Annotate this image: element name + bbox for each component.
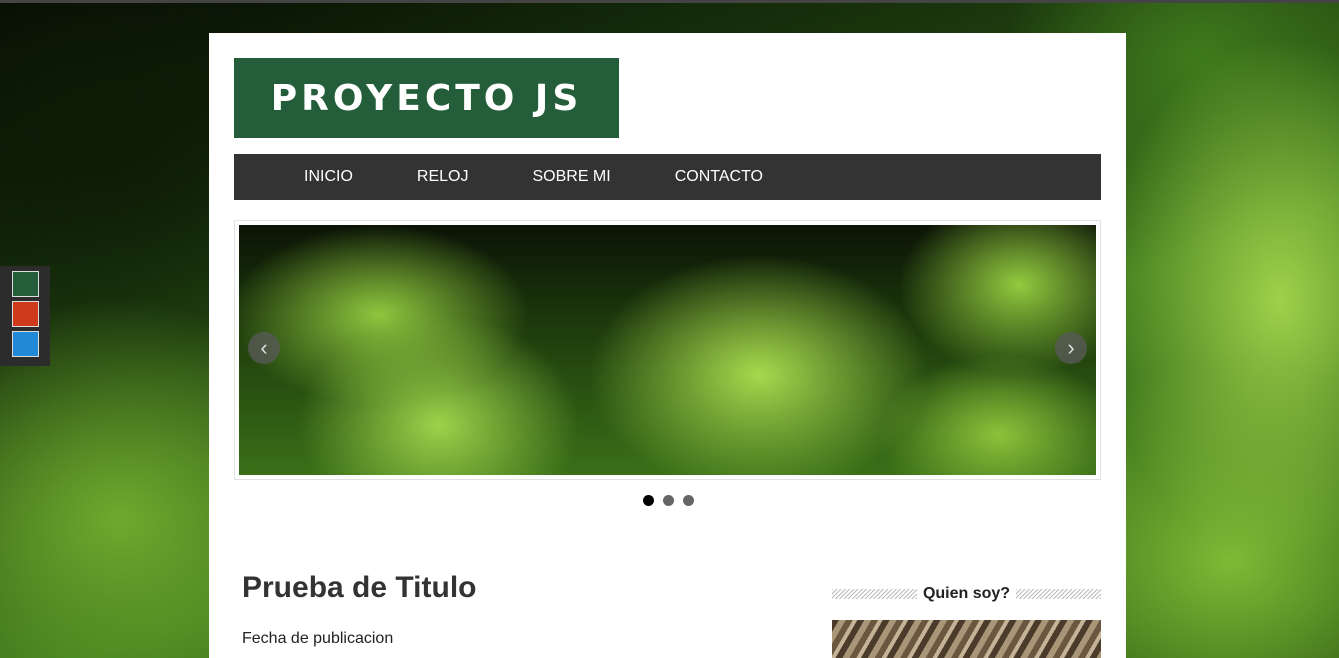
- theme-swatch-blue[interactable]: [12, 331, 39, 357]
- nav-item-contacto[interactable]: CONTACTO: [675, 168, 763, 186]
- main-nav: INICIO RELOJ SOBRE MI CONTACTO: [234, 154, 1101, 200]
- hatch-divider: [832, 589, 917, 599]
- slider-pagination: [643, 495, 694, 506]
- page-container: PROYECTO JS INICIO RELOJ SOBRE MI CONTAC…: [209, 33, 1126, 658]
- theme-swatch-red[interactable]: [12, 301, 39, 327]
- slider-dot-3[interactable]: [683, 495, 694, 506]
- nav-item-sobre-mi[interactable]: SOBRE MI: [532, 168, 610, 186]
- nav-item-reloj[interactable]: RELOJ: [417, 168, 469, 186]
- slider-dot-1[interactable]: [643, 495, 654, 506]
- site-logo[interactable]: PROYECTO JS: [234, 58, 619, 138]
- sidebar-widget-title: Quien soy?: [922, 585, 1011, 602]
- hatch-divider: [1016, 589, 1101, 599]
- sidebar-profile-image: [832, 620, 1101, 658]
- slider-dot-2[interactable]: [663, 495, 674, 506]
- image-slider: ‹ ›: [234, 220, 1101, 480]
- theme-swatch-green[interactable]: [12, 271, 39, 297]
- slide-image: ‹ ›: [239, 225, 1096, 475]
- top-border: [0, 0, 1339, 3]
- sidebar-widget-header: Quien soy?: [832, 583, 1101, 605]
- chevron-left-icon[interactable]: ‹: [248, 332, 280, 364]
- chevron-right-icon[interactable]: ›: [1055, 332, 1087, 364]
- post-date: Fecha de publicacion: [242, 630, 394, 647]
- theme-switcher: [0, 266, 50, 366]
- post-title: Prueba de Titulo: [242, 571, 477, 604]
- nav-item-inicio[interactable]: INICIO: [304, 168, 353, 186]
